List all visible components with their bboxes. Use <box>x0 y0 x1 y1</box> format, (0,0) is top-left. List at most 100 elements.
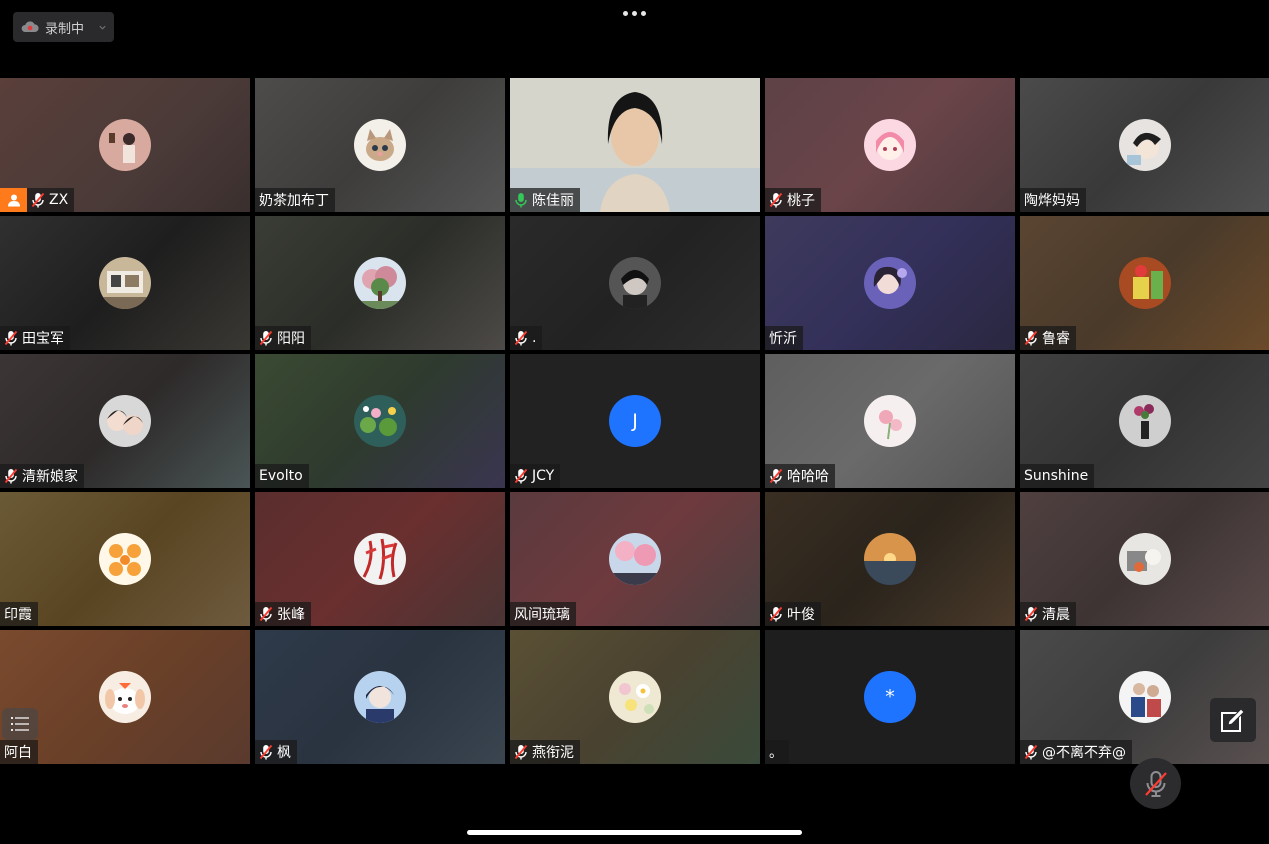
participant-tile[interactable]: @不离不弃@ <box>1020 630 1269 764</box>
host-person-icon <box>0 188 27 212</box>
participant-tile[interactable]: ZX <box>0 78 250 212</box>
mic-muted-icon <box>514 330 528 346</box>
participant-name: JCY <box>532 468 555 484</box>
mic-muted-icon <box>4 330 18 346</box>
participant-name-tag: 田宝军 <box>0 326 70 350</box>
participant-tile[interactable]: 陈佳丽 <box>510 78 760 212</box>
participant-name: 枫 <box>277 745 291 761</box>
mic-muted-icon <box>1024 606 1038 622</box>
participant-name-tag: . <box>510 326 543 350</box>
participant-avatar <box>1119 395 1171 447</box>
participant-name-tag: Evolto <box>255 464 309 488</box>
participant-name: 阳阳 <box>277 331 305 347</box>
participant-name-tag: 张峰 <box>255 602 311 626</box>
participant-avatar <box>354 119 406 171</box>
participant-tile[interactable]: J JCY <box>510 354 760 488</box>
participant-tile[interactable]: 忻沂 <box>765 216 1015 350</box>
participant-name: ZX <box>49 192 69 208</box>
mic-muted-icon <box>1024 744 1038 760</box>
participant-tile[interactable]: 鲁睿 <box>1020 216 1269 350</box>
participant-name: 印霞 <box>4 607 32 623</box>
mic-active-icon <box>515 193 527 208</box>
participant-name: . <box>532 330 537 346</box>
participant-tile[interactable]: 风间琉璃 <box>510 492 760 626</box>
participant-avatar <box>1119 533 1171 585</box>
participant-avatar <box>1119 671 1171 723</box>
participant-name: 燕衔泥 <box>532 745 574 761</box>
participant-avatar <box>354 671 406 723</box>
participant-avatar <box>354 257 406 309</box>
participant-name: @不离不弃@ <box>1042 745 1126 761</box>
more-dots-icon[interactable] <box>620 6 648 20</box>
participant-avatar <box>99 119 151 171</box>
participant-avatar <box>609 257 661 309</box>
participant-name-tag: 叶俊 <box>765 602 821 626</box>
participant-name-tag: 。 <box>765 740 789 764</box>
participant-avatar: * <box>864 671 916 723</box>
participant-avatar <box>354 395 406 447</box>
participant-name-tag: 燕衔泥 <box>510 740 580 764</box>
participant-tile[interactable]: 清新娘家 <box>0 354 250 488</box>
participant-grid: ZX 奶茶加布丁 陈佳丽 桃子 陶烨妈妈田宝军 阳阳. 忻沂 鲁睿清新娘家 Evolto J JCY… <box>0 78 1269 766</box>
participant-tile[interactable]: . <box>510 216 760 350</box>
mic-muted-icon <box>259 330 273 346</box>
participant-name-tag: 枫 <box>255 740 297 764</box>
participant-name: 田宝军 <box>22 331 64 347</box>
participant-tile[interactable]: 燕衔泥 <box>510 630 760 764</box>
participant-name: 清晨 <box>1042 607 1070 623</box>
participant-avatar <box>99 257 151 309</box>
participant-tile[interactable]: *。 <box>765 630 1015 764</box>
mute-toggle-button[interactable] <box>1130 758 1181 809</box>
participant-avatar <box>609 533 661 585</box>
participant-tile[interactable]: 陶烨妈妈 <box>1020 78 1269 212</box>
participant-name: 哈哈哈 <box>787 469 829 485</box>
participant-avatar <box>609 671 661 723</box>
participant-name-tag: JCY <box>510 464 561 488</box>
participant-tile[interactable]: 阿白 <box>0 630 250 764</box>
participant-tile[interactable]: 张峰 <box>255 492 505 626</box>
participant-name-tag: 陶烨妈妈 <box>1020 188 1086 212</box>
participant-tile[interactable]: Evolto <box>255 354 505 488</box>
edit-pencil-icon[interactable] <box>1210 698 1256 742</box>
mic-muted-icon <box>769 606 783 622</box>
participant-avatar <box>864 119 916 171</box>
participant-name-tag: 陈佳丽 <box>510 188 580 212</box>
participant-name: 张峰 <box>277 607 305 623</box>
participant-avatar <box>1119 119 1171 171</box>
participant-tile[interactable]: 奶茶加布丁 <box>255 78 505 212</box>
participant-tile[interactable]: 田宝军 <box>0 216 250 350</box>
list-icon[interactable] <box>2 708 38 740</box>
participant-name: 清新娘家 <box>22 469 78 485</box>
mic-muted-icon <box>4 468 18 484</box>
participant-name-tag: 哈哈哈 <box>765 464 835 488</box>
participant-tile[interactable]: Sunshine <box>1020 354 1269 488</box>
participant-name-tag: 印霞 <box>0 602 38 626</box>
participant-name: 奶茶加布丁 <box>259 193 329 209</box>
participant-tile[interactable]: 叶俊 <box>765 492 1015 626</box>
participant-avatar <box>864 395 916 447</box>
mic-muted-icon <box>259 744 273 760</box>
mic-muted-icon <box>769 192 783 208</box>
participant-name-tag: 奶茶加布丁 <box>255 188 335 212</box>
participant-avatar <box>99 533 151 585</box>
participant-tile[interactable]: 印霞 <box>0 492 250 626</box>
participant-tile[interactable]: 清晨 <box>1020 492 1269 626</box>
participant-name: Evolto <box>259 468 303 484</box>
avatar-letter: * <box>885 686 895 708</box>
participant-name-tag: Sunshine <box>1020 464 1095 488</box>
avatar-letter: J <box>632 410 638 432</box>
meeting-screen: 录制中 ZX 奶茶加布丁 陈佳丽 桃子 陶烨妈妈田宝军 阳阳. 忻沂 鲁睿清新娘家 Evolto… <box>0 0 1269 844</box>
recording-indicator[interactable]: 录制中 <box>13 12 114 42</box>
participant-tile[interactable]: 枫 <box>255 630 505 764</box>
participant-name: Sunshine <box>1024 468 1089 484</box>
participant-name-tag: 清晨 <box>1020 602 1076 626</box>
participant-avatar <box>864 533 916 585</box>
participant-tile[interactable]: 哈哈哈 <box>765 354 1015 488</box>
participant-avatar <box>99 671 151 723</box>
participant-tile[interactable]: 桃子 <box>765 78 1015 212</box>
home-indicator[interactable] <box>467 830 802 835</box>
participant-avatar: J <box>609 395 661 447</box>
participant-tile[interactable]: 阳阳 <box>255 216 505 350</box>
participant-name-tag: 桃子 <box>765 188 821 212</box>
participant-name: 陶烨妈妈 <box>1024 193 1080 209</box>
